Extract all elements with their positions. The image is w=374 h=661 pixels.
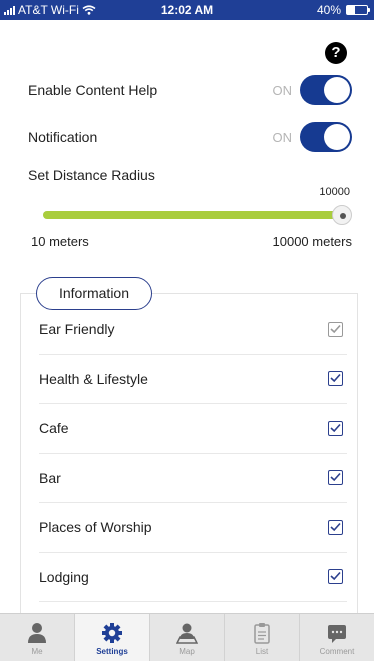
battery-icon [346,5,370,15]
notification-row: Notification ON [28,122,352,152]
checkbox-icon[interactable] [328,470,343,486]
checkbox-icon[interactable] [328,519,343,535]
slider-value: 10000 [319,186,350,198]
item-label: Ear Friendly [39,321,115,338]
gear-icon [102,623,122,643]
checkbox-icon[interactable] [328,420,343,436]
list-item[interactable]: Cafe [39,404,347,454]
list-item[interactable]: Health & Lifestyle [39,355,347,404]
item-label: Cafe [39,420,69,437]
list-item[interactable]: Ear Friendly [39,305,347,355]
content-help-label: Enable Content Help [28,82,158,98]
distance-radius-label: Set Distance Radius [28,167,155,183]
status-bar: AT&T Wi-Fi 12:02 AM 40% [0,0,374,20]
battery-percent: 40% [316,3,341,17]
tab-map[interactable]: Map [150,614,225,661]
checkbox-icon[interactable] [328,321,343,337]
comment-icon [328,625,346,643]
information-list: Ear Friendly Health & Lifestyle Cafe Bar… [39,305,347,602]
tab-me[interactable]: Me [0,614,75,661]
help-icon[interactable]: ? [325,42,347,64]
item-label: Places of Worship [39,519,152,536]
item-label: Bar [39,469,61,486]
tab-label: Comment [319,647,355,656]
content-help-row: Enable Content Help ON [28,75,352,105]
notification-state: ON [272,129,293,145]
distance-slider-thumb[interactable] [332,205,352,225]
tab-label: Me [31,647,43,656]
tab-settings[interactable]: Settings [75,614,150,661]
content-help-state: ON [272,82,293,98]
distance-slider-track[interactable] [43,211,350,219]
tab-list[interactable]: List [225,614,300,661]
map-person-icon [176,623,198,644]
distance-slider-fill [43,211,350,219]
tab-label: Settings [96,647,128,656]
toggle-knob [324,124,350,150]
notification-label: Notification [28,129,98,145]
list-item[interactable]: Lodging [39,553,347,602]
content-help-toggle[interactable] [300,75,352,105]
person-icon [28,623,46,643]
list-item[interactable]: Bar [39,454,347,503]
tab-label: List [255,647,269,656]
toggle-knob [324,77,350,103]
list-item[interactable]: Places of Worship [39,503,347,553]
notification-toggle[interactable] [300,122,352,152]
checkbox-icon[interactable] [328,371,343,387]
battery-fill [347,6,355,14]
tab-bar: Me Settings Map List Comment [0,613,374,661]
item-label: Lodging [39,568,89,585]
clipboard-icon [254,623,270,644]
status-right: 40% [316,3,370,17]
tab-comment[interactable]: Comment [300,614,374,661]
checkbox-icon[interactable] [328,569,343,585]
tab-label: Map [179,647,195,656]
item-label: Health & Lifestyle [39,370,148,387]
slider-max-label: 10000 meters [272,234,353,249]
slider-min-label: 10 meters [31,234,89,249]
